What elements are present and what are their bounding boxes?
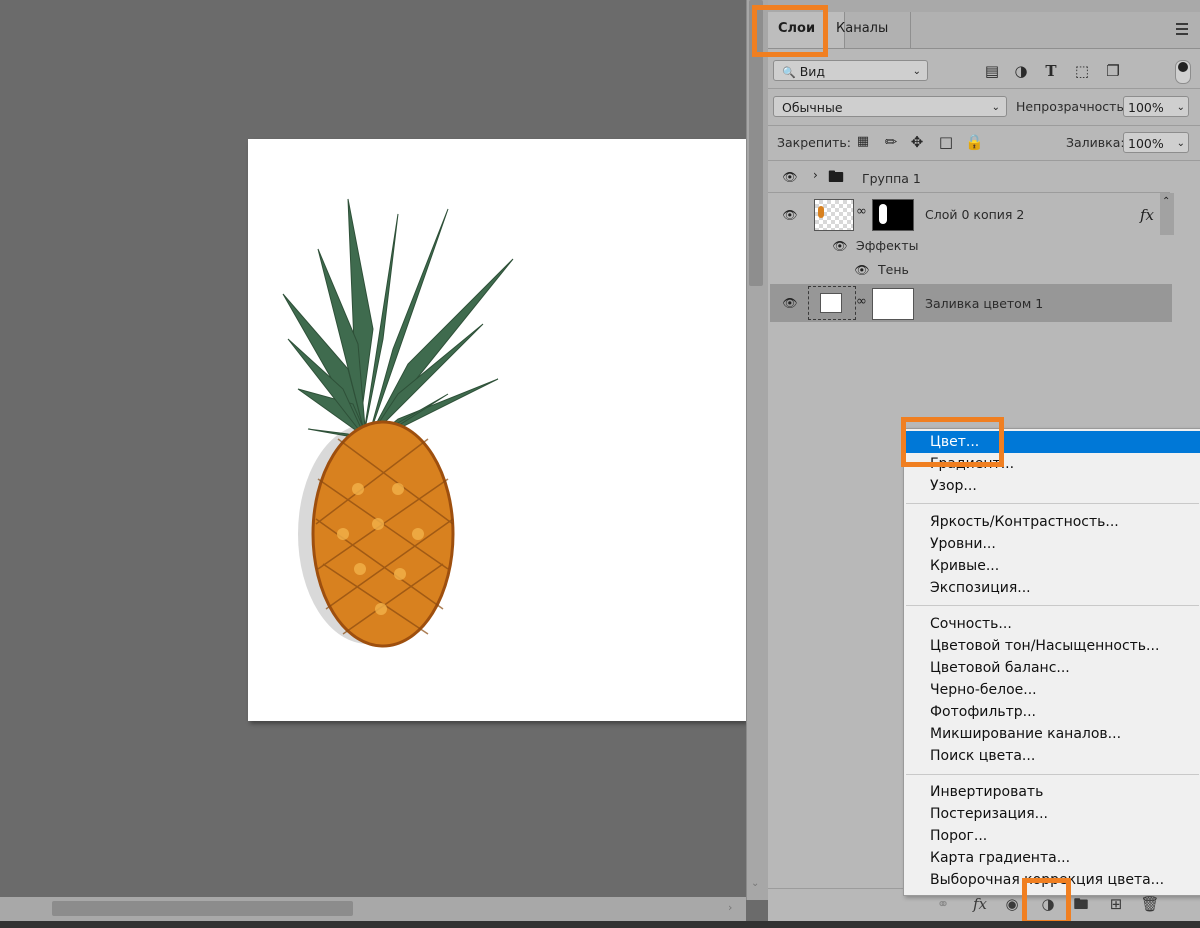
folder-icon: 🖿: [828, 167, 845, 186]
menu-item-posterize[interactable]: Постеризация...: [904, 803, 1200, 825]
menu-item-brightness-contrast[interactable]: Яркость/Контрастность...: [904, 511, 1200, 533]
chevron-down-icon: ⌄: [1176, 102, 1185, 113]
divider: [768, 125, 1200, 126]
highlight-tab-layers: [752, 5, 828, 57]
menu-item-black-white[interactable]: Черно-белое...: [904, 679, 1200, 701]
layer-row-group[interactable]: 👁 › 🖿 Группа 1: [770, 162, 1172, 192]
eye-icon[interactable]: 👁: [853, 261, 871, 279]
new-layer-icon[interactable]: ⊞: [1105, 894, 1127, 914]
folder-icon[interactable]: 🖿: [1070, 894, 1092, 914]
shadow-effect-label: Тень: [878, 262, 909, 277]
image-filter-icon[interactable]: ▤: [983, 62, 1001, 80]
menu-separator: [906, 503, 1199, 504]
menu-item-color-balance[interactable]: Цветовой баланс...: [904, 657, 1200, 679]
document-canvas[interactable]: [248, 139, 746, 721]
tab-channels-label: Каналы: [836, 21, 889, 36]
lock-artboard-icon[interactable]: □: [937, 133, 955, 151]
menu-item-hue-saturation[interactable]: Цветовой тон/Насыщенность...: [904, 635, 1200, 657]
scroll-right-icon[interactable]: ›: [728, 901, 732, 914]
layer-name: Заливка цветом 1: [925, 296, 1044, 311]
highlight-menu-item-color: [901, 417, 1004, 467]
link-icon[interactable]: ⚭: [932, 894, 954, 914]
opacity-label: Непрозрачность:: [1016, 99, 1129, 114]
layer-mask-thumbnail: [872, 199, 914, 231]
menu-item-color-lookup[interactable]: Поиск цвета...: [904, 745, 1200, 767]
menu-item-photo-filter[interactable]: Фотофильтр...: [904, 701, 1200, 723]
layer-name: Группа 1: [862, 171, 921, 186]
fill-label: Заливка:: [1066, 135, 1125, 150]
lock-paint-icon[interactable]: ✏: [882, 133, 900, 151]
trash-icon[interactable]: 🗑: [1139, 894, 1161, 914]
layer-name: Слой 0 копия 2: [925, 207, 1025, 222]
fx-icon[interactable]: fx: [1140, 206, 1154, 224]
type-filter-icon[interactable]: T: [1042, 62, 1060, 80]
horizontal-scroll-thumb[interactable]: [52, 901, 353, 916]
link-icon[interactable]: ∞: [856, 294, 867, 309]
menu-separator: [906, 774, 1199, 775]
eye-icon[interactable]: 👁: [781, 168, 799, 186]
menu-item-exposure[interactable]: Экспозиция...: [904, 577, 1200, 599]
chevron-down-icon: ⌄: [991, 102, 1000, 113]
panel-tab-bar: Слои Каналы: [768, 12, 1200, 49]
fx-icon[interactable]: fx: [969, 894, 991, 914]
divider: [768, 88, 1200, 89]
shape-filter-icon[interactable]: ⬚: [1073, 62, 1091, 80]
menu-item-levels[interactable]: Уровни...: [904, 533, 1200, 555]
chevron-right-icon[interactable]: ›: [813, 168, 818, 182]
filter-toggle[interactable]: [1175, 60, 1191, 84]
menu-item-invert[interactable]: Инвертировать: [904, 781, 1200, 803]
effects-label: Эффекты: [856, 238, 919, 253]
lock-transparent-icon[interactable]: ▦: [854, 133, 872, 151]
eye-icon[interactable]: 👁: [781, 294, 799, 312]
link-icon[interactable]: ∞: [856, 204, 867, 219]
eye-icon[interactable]: 👁: [781, 206, 799, 224]
tab-channels[interactable]: Каналы: [826, 12, 911, 48]
menu-item-threshold[interactable]: Порог...: [904, 825, 1200, 847]
eye-icon[interactable]: 👁: [831, 237, 849, 255]
adjustment-filter-icon[interactable]: ◑: [1012, 62, 1030, 80]
divider: [768, 160, 1200, 161]
menu-item-channel-mixer[interactable]: Микширование каналов...: [904, 723, 1200, 745]
lock-all-icon[interactable]: 🔒: [965, 133, 984, 151]
chevron-down-icon: ⌄: [912, 66, 921, 77]
layer-mask-thumbnail: [872, 288, 914, 320]
blend-mode-select[interactable]: Обычные ⌄: [773, 96, 1007, 117]
menu-item-pattern[interactable]: Узор...: [904, 475, 1200, 497]
panel-menu-icon[interactable]: [1176, 23, 1188, 38]
smart-object-filter-icon[interactable]: ❐: [1104, 62, 1122, 80]
lock-label: Закрепить:: [777, 135, 852, 150]
search-icon: 🔍: [782, 66, 796, 79]
layer-row-copy[interactable]: 👁 ∞ Слой 0 копия 2 fx 👁 Эффекты 👁 Тень: [770, 193, 1172, 283]
layer-thumbnail: [814, 199, 854, 231]
lock-move-icon[interactable]: ✥: [908, 133, 926, 151]
menu-item-gradient-map[interactable]: Карта градиента...: [904, 847, 1200, 869]
fill-input[interactable]: 100% ⌄: [1123, 132, 1189, 153]
fill-value: 100%: [1128, 136, 1164, 151]
highlight-adjustment-button: [1022, 878, 1071, 925]
chevron-down-icon: ⌄: [1176, 138, 1185, 149]
adjustment-dropdown-menu: Цвет... Градиент... Узор... Яркость/Конт…: [903, 428, 1200, 896]
layer-filter-label: Вид: [799, 64, 826, 79]
blend-mode-value: Обычные: [782, 100, 843, 115]
pineapple-image: [282, 198, 514, 648]
opacity-input[interactable]: 100% ⌄: [1123, 96, 1189, 117]
mask-icon[interactable]: ◉: [1001, 894, 1023, 914]
menu-separator: [906, 605, 1199, 606]
menu-item-curves[interactable]: Кривые...: [904, 555, 1200, 577]
adjustment-thumbnail-frame: [808, 286, 856, 320]
scroll-down-icon[interactable]: ⌄: [751, 878, 759, 889]
opacity-value: 100%: [1128, 100, 1164, 115]
layer-row-fill[interactable]: 👁 ∞ Заливка цветом 1: [770, 284, 1172, 322]
status-bar: [0, 921, 1200, 928]
layer-filter-select[interactable]: 🔍 Вид ⌄: [773, 60, 928, 81]
menu-item-vibrance[interactable]: Сочность...: [904, 613, 1200, 635]
